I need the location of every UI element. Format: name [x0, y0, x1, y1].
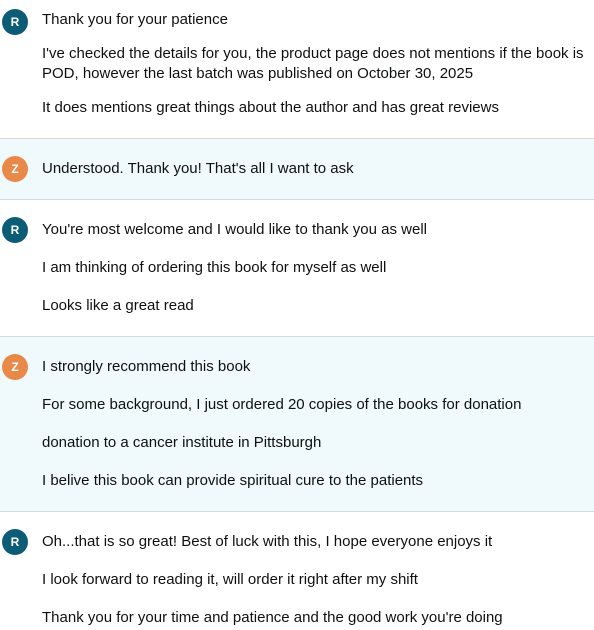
agent-avatar: R: [2, 529, 28, 555]
message-line: Looks like a great read: [42, 297, 194, 314]
message-line: donation to a cancer institute in Pittsb…: [42, 434, 322, 451]
message-line: It does mentions great things about the …: [42, 99, 499, 116]
agent-message-group: R You're most welcome and I would like t…: [0, 200, 594, 336]
message-line: Thank you for your patience: [42, 11, 228, 28]
message-line: I look forward to reading it, will order…: [42, 571, 418, 588]
message-line: Oh...that is so great! Best of luck with…: [42, 533, 493, 550]
message-line: Understood. Thank you! That's all I want…: [42, 160, 354, 177]
chat-transcript: R Thank you for your patience I've check…: [0, 0, 594, 630]
message-line: I belive this book can provide spiritual…: [42, 472, 424, 489]
agent-avatar: R: [2, 9, 28, 35]
user-message-group: Z Understood. Thank you! That's all I wa…: [0, 138, 594, 200]
message-line: For some background, I just ordered 20 c…: [42, 396, 522, 413]
user-avatar: Z: [2, 354, 28, 380]
agent-avatar: R: [2, 217, 28, 243]
user-avatar: Z: [2, 156, 28, 182]
message-line: Thank you for your time and patience and…: [42, 609, 503, 626]
message-line: I strongly recommend this book: [42, 358, 251, 375]
agent-message-group: R Thank you for your patience I've check…: [0, 0, 594, 138]
message-line: You're most welcome and I would like to …: [42, 221, 428, 238]
message-line: I am thinking of ordering this book for …: [42, 259, 387, 276]
message-line: I've checked the details for you, the pr…: [42, 45, 584, 82]
user-message-group: Z I strongly recommend this book For som…: [0, 336, 594, 512]
agent-message-group: R Oh...that is so great! Best of luck wi…: [0, 512, 594, 630]
